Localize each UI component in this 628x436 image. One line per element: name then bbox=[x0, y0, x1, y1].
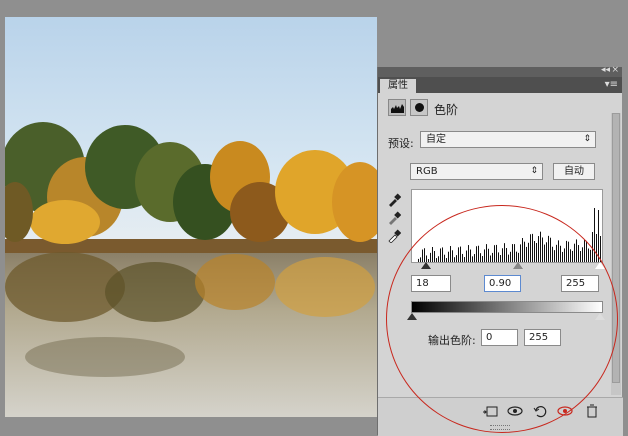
input-black-field[interactable]: 18 bbox=[411, 275, 451, 292]
trash-icon[interactable] bbox=[584, 404, 600, 418]
mask-icon[interactable] bbox=[410, 99, 428, 116]
black-eyedropper-icon[interactable] bbox=[387, 193, 401, 207]
output-black-field[interactable]: 0 bbox=[481, 329, 518, 346]
reset-icon[interactable] bbox=[532, 404, 548, 418]
panel-topbar: ◂◂ × bbox=[378, 65, 622, 77]
panel-menu-icon[interactable]: ▾≡ bbox=[605, 79, 618, 90]
panel-scrollbar[interactable] bbox=[611, 113, 621, 395]
landscape-image bbox=[5, 122, 377, 417]
levels-icon[interactable] bbox=[388, 99, 406, 116]
output-white-handle[interactable] bbox=[595, 313, 605, 320]
output-white-field[interactable]: 255 bbox=[524, 329, 561, 346]
chevron-updown-icon: ⇕ bbox=[583, 134, 591, 144]
collapse-icon[interactable]: ◂◂ bbox=[601, 65, 610, 75]
histogram bbox=[411, 189, 603, 263]
resize-grip[interactable] bbox=[490, 425, 510, 430]
toggle-visibility-icon[interactable] bbox=[557, 404, 573, 418]
adjustment-header: 色阶 bbox=[386, 99, 616, 119]
preset-select[interactable]: 自定 ⇕ bbox=[420, 131, 596, 148]
clip-layer-icon[interactable] bbox=[482, 404, 498, 418]
histogram-graph bbox=[418, 208, 601, 262]
photo-canvas[interactable] bbox=[5, 17, 377, 417]
properties-panel: ◂◂ × 属性 ▾≡ 色阶 预设: 自定 ⇕ RGB ⇕ 自动 18 0.90 … bbox=[377, 65, 623, 436]
visibility-eye-icon[interactable] bbox=[507, 404, 523, 418]
auto-button[interactable]: 自动 bbox=[553, 163, 595, 180]
white-eyedropper-icon[interactable] bbox=[387, 229, 401, 243]
input-white-field[interactable]: 255 bbox=[561, 275, 599, 292]
white-point-handle[interactable] bbox=[595, 262, 605, 269]
chevron-updown-icon: ⇕ bbox=[530, 166, 538, 176]
gamma-handle[interactable] bbox=[513, 262, 523, 269]
close-icon[interactable]: × bbox=[611, 65, 619, 75]
channel-select[interactable]: RGB ⇕ bbox=[410, 163, 543, 180]
output-black-handle[interactable] bbox=[407, 313, 417, 320]
panel-tabbar: 属性 ▾≡ bbox=[378, 77, 622, 93]
gray-eyedropper-icon[interactable] bbox=[387, 211, 401, 225]
mask-dot bbox=[415, 103, 424, 112]
tab-properties[interactable]: 属性 bbox=[380, 79, 416, 93]
input-levels-slider[interactable] bbox=[411, 262, 605, 269]
adjustment-title: 色阶 bbox=[434, 103, 459, 117]
input-gamma-field[interactable]: 0.90 bbox=[484, 275, 521, 292]
preset-value: 自定 bbox=[426, 134, 446, 145]
black-point-handle[interactable] bbox=[421, 262, 431, 269]
preset-label: 预设: bbox=[388, 137, 414, 150]
output-levels-label: 输出色阶: bbox=[428, 334, 476, 347]
panel-bottom-toolbar bbox=[378, 397, 623, 436]
channel-value: RGB bbox=[416, 166, 438, 177]
scrollbar-thumb[interactable] bbox=[612, 113, 620, 383]
output-gradient-bar bbox=[411, 301, 603, 313]
